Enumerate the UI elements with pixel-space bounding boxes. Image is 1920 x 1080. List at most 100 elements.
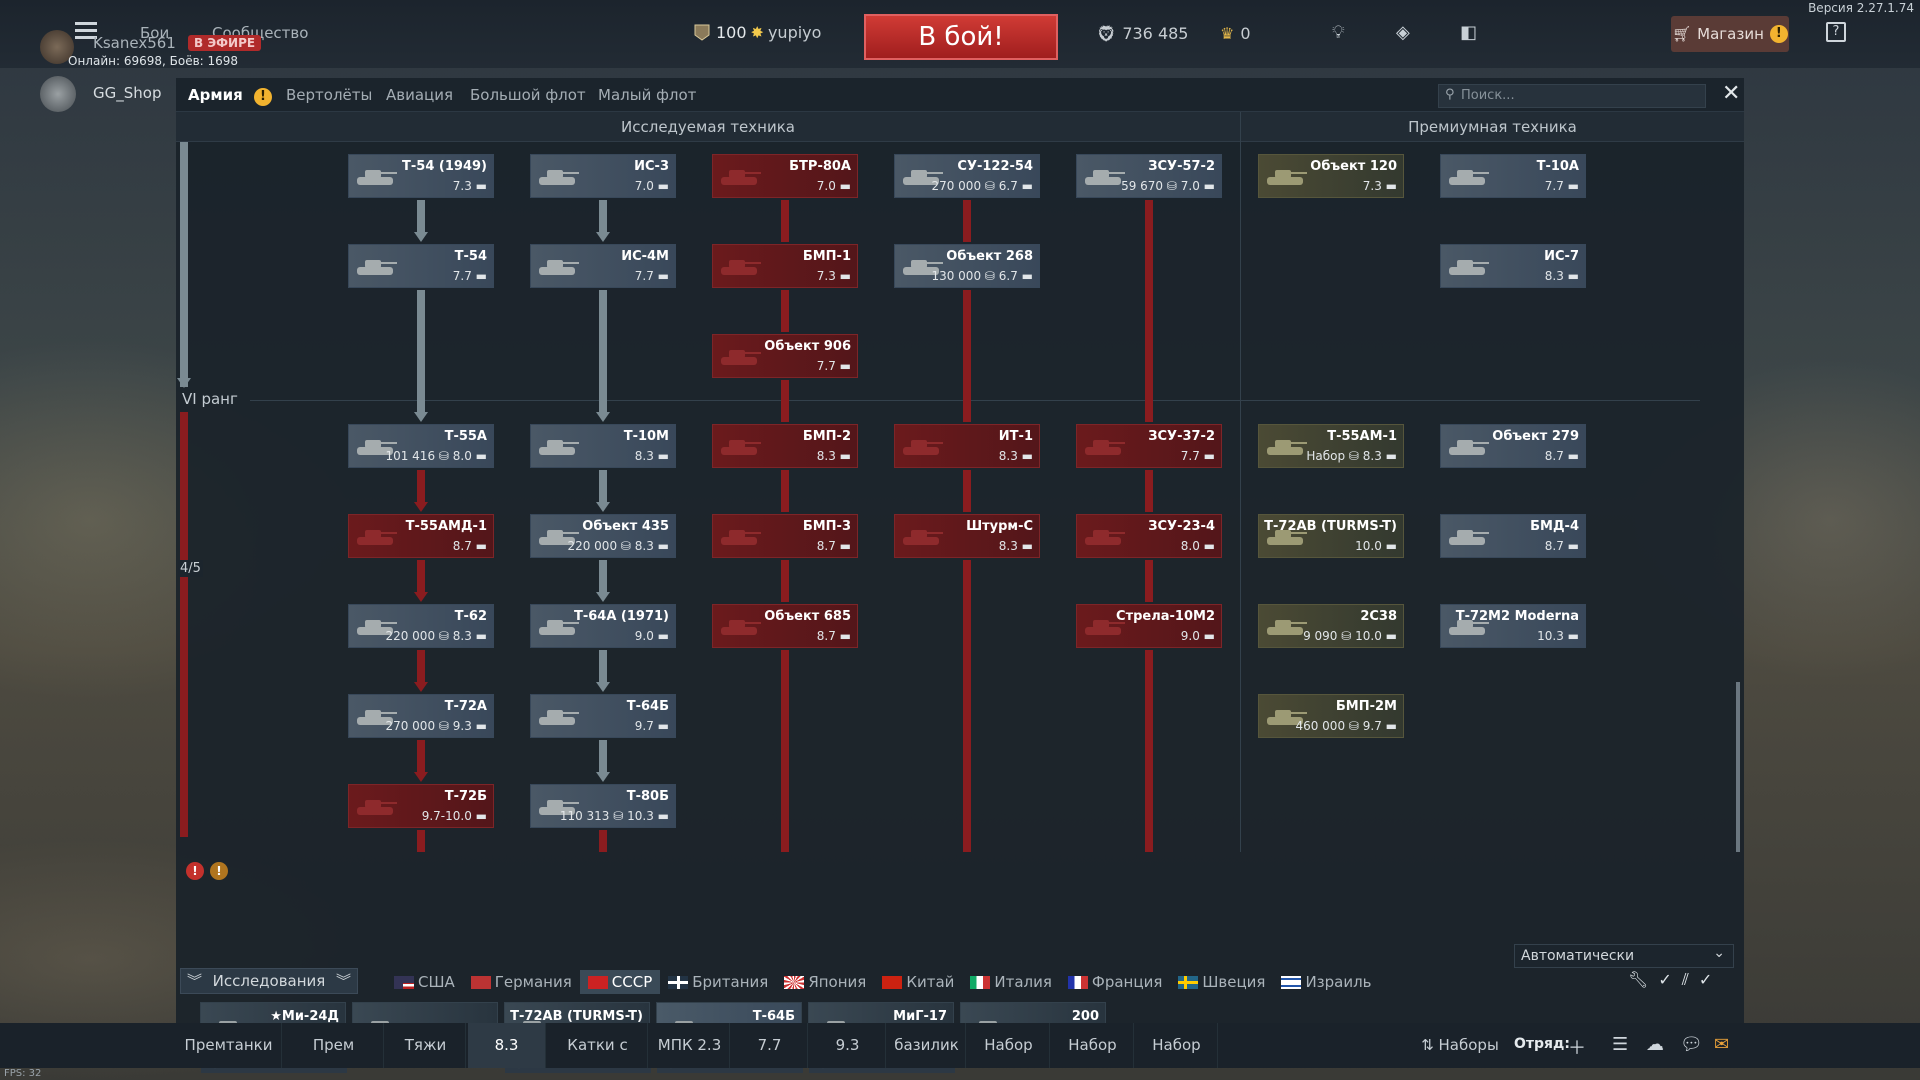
- list-icon[interactable]: ☰: [1612, 1034, 1628, 1055]
- vehicle-card[interactable]: Т-10А 7.7 ▬: [1440, 154, 1586, 198]
- mode-select[interactable]: Автоматически: [1514, 942, 1734, 968]
- preset-tab[interactable]: Прем самолет...: [284, 1023, 384, 1068]
- chevron-right-icon: ︾: [335, 972, 351, 990]
- preset-tab[interactable]: базилик: [888, 1023, 966, 1068]
- preset-tab[interactable]: Премтанки 6.7: [176, 1023, 282, 1068]
- vehicle-card[interactable]: Штурм-С 8.3 ▬: [894, 514, 1040, 558]
- vehicle-card[interactable]: БТР-80А 7.0 ▬: [712, 154, 858, 198]
- mail-icon[interactable]: ✉: [1714, 1034, 1729, 1055]
- coupon-icon[interactable]: ◧: [1460, 22, 1477, 43]
- vehicle-card[interactable]: Объект 435 220 000 ⛁ 8.3 ▬: [530, 514, 676, 558]
- preset-tab[interactable]: Набор №11: [1052, 1023, 1134, 1068]
- tank-icon: [721, 170, 761, 185]
- vehicle-card[interactable]: Т-72АВ (TURMS-T) 10.0 ▬: [1258, 514, 1404, 558]
- vehicle-card[interactable]: Объект 279 8.7 ▬: [1440, 424, 1586, 468]
- search-input[interactable]: Поиск...: [1438, 84, 1706, 108]
- vehicle-card[interactable]: Т-54 7.7 ▬: [348, 244, 494, 288]
- wrench-icon[interactable]: 🔧︎: [1628, 970, 1648, 990]
- vehicle-card[interactable]: Т-72Б 9.7-10.0 ▬: [348, 784, 494, 828]
- vehicle-card[interactable]: Т-55АМ-1 Набор ⛁ 8.3 ▬: [1258, 424, 1404, 468]
- vehicle-card[interactable]: ЗСУ-23-4 8.0 ▬: [1076, 514, 1222, 558]
- tank-icon: [1449, 530, 1489, 545]
- vehicle-card[interactable]: ИС-7 8.3 ▬: [1440, 244, 1586, 288]
- vehicle-card[interactable]: ИС-3 7.0 ▬: [530, 154, 676, 198]
- vehicle-card[interactable]: Т-64Б 9.7 ▬: [530, 694, 676, 738]
- vehicle-card[interactable]: Т-80Б 110 313 ⛁ 10.3 ▬: [530, 784, 676, 828]
- vehicle-card[interactable]: Т-55АМД-1 8.7 ▬: [348, 514, 494, 558]
- help-icon[interactable]: ?: [1826, 22, 1846, 42]
- preset-tab[interactable]: Тяжи: [386, 1023, 466, 1068]
- contacts-icon[interactable]: ☁: [1646, 1034, 1664, 1055]
- shop-button[interactable]: 🛒︎ Магазин !: [1671, 16, 1789, 52]
- vehicle-card[interactable]: БМП-1 7.3 ▬: [712, 244, 858, 288]
- vehicle-card[interactable]: Объект 685 8.7 ▬: [712, 604, 858, 648]
- tab-helicopters[interactable]: Вертолёты: [286, 86, 372, 104]
- player-name[interactable]: Ksanex561: [93, 34, 176, 52]
- nation-britain[interactable]: Британия: [660, 970, 776, 994]
- vehicle-card[interactable]: БМП-2 8.3 ▬: [712, 424, 858, 468]
- check-all-icon[interactable]: ✓: [1699, 970, 1712, 990]
- nation-usa[interactable]: США: [386, 970, 463, 994]
- vehicle-br: 8.3 ▬: [634, 449, 669, 463]
- vehicle-card[interactable]: Объект 906 7.7 ▬: [712, 334, 858, 378]
- vehicle-card[interactable]: ИС-4М 7.7 ▬: [530, 244, 676, 288]
- vehicle-card[interactable]: Объект 268 130 000 ⛁ 6.7 ▬: [894, 244, 1040, 288]
- vehicle-card[interactable]: СУ-122-54 270 000 ⛁ 6.7 ▬: [894, 154, 1040, 198]
- presets-button[interactable]: ⇅ Наборы: [1412, 1023, 1508, 1068]
- lightbulb-icon[interactable]: 💡︎: [1332, 22, 1345, 43]
- vehicle-card[interactable]: Т-62 220 000 ⛁ 8.3 ▬: [348, 604, 494, 648]
- nation-italy[interactable]: Италия: [962, 970, 1060, 994]
- tab-bluewater-fleet[interactable]: Большой флот: [470, 86, 586, 104]
- preset-tab[interactable]: 8.3: [468, 1023, 546, 1068]
- preset-tab[interactable]: 7.7: [732, 1023, 808, 1068]
- vehicle-card[interactable]: 2С38 9 090 ⛁ 10.0 ▬: [1258, 604, 1404, 648]
- tab-coastal-fleet[interactable]: Малый флот: [598, 86, 696, 104]
- squad-avatar[interactable]: [40, 76, 76, 112]
- squad-member-name[interactable]: GG_Shop: [93, 84, 161, 102]
- vehicle-card[interactable]: Т-54 (1949) 7.3 ▬: [348, 154, 494, 198]
- vehicle-card[interactable]: Т-72М2 Moderna 10.3 ▬: [1440, 604, 1586, 648]
- nation-germany[interactable]: Германия: [463, 970, 580, 994]
- preset-tab[interactable]: Катки с Михой: [548, 1023, 648, 1068]
- tab-army[interactable]: Армия !: [188, 86, 272, 106]
- nation-label: Израиль: [1305, 973, 1372, 991]
- tank-icon: [1267, 440, 1307, 455]
- vehicle-card[interactable]: БМП-3 8.7 ▬: [712, 514, 858, 558]
- vehicle-br: 8.3 ▬: [816, 449, 851, 463]
- nation-israel[interactable]: Израиль: [1273, 970, 1379, 994]
- chat-icon[interactable]: 💬︎: [1680, 1034, 1703, 1055]
- nation-china[interactable]: Китай: [874, 970, 962, 994]
- decal-icon[interactable]: ◈: [1396, 22, 1410, 43]
- vehicle-card[interactable]: ЗСУ-37-2 7.7 ▬: [1076, 424, 1222, 468]
- close-icon[interactable]: ✕: [1722, 83, 1740, 105]
- to-battle-button[interactable]: В бой!: [864, 14, 1058, 60]
- nation-sweden[interactable]: Швеция: [1170, 970, 1273, 994]
- alert-amber-icon[interactable]: !: [210, 862, 228, 880]
- vehicle-card[interactable]: ЗСУ-57-2 59 670 ⛁ 7.0 ▬: [1076, 154, 1222, 198]
- nation-japan[interactable]: Япония: [776, 970, 874, 994]
- vehicle-card[interactable]: Стрела-10М2 9.0 ▬: [1076, 604, 1222, 648]
- preset-tab[interactable]: Набор №12: [1136, 1023, 1218, 1068]
- research-tab[interactable]: ︾ Исследования ︾: [180, 968, 358, 994]
- preset-tab[interactable]: МПК 2.3: [650, 1023, 730, 1068]
- vehicle-card[interactable]: Т-55А 101 416 ⛁ 8.0 ▬: [348, 424, 494, 468]
- preset-tab[interactable]: 9.3: [810, 1023, 886, 1068]
- tree-scrollbar[interactable]: [1736, 682, 1740, 852]
- vehicle-card[interactable]: Т-64А (1971) 9.0 ▬: [530, 604, 676, 648]
- vehicle-card[interactable]: БМД-4 8.7 ▬: [1440, 514, 1586, 558]
- tree-link: [599, 470, 607, 502]
- nation-france[interactable]: Франция: [1060, 970, 1170, 994]
- vehicle-card[interactable]: Объект 120 7.3 ▬: [1258, 154, 1404, 198]
- check-icon[interactable]: ✓: [1658, 970, 1671, 990]
- tab-aviation[interactable]: Авиация: [386, 86, 453, 104]
- nation-ussr[interactable]: СССР: [579, 970, 661, 994]
- vehicle-card[interactable]: ИТ-1 8.3 ▬: [894, 424, 1040, 468]
- repair-all-icon[interactable]: ⫽: [1682, 970, 1689, 990]
- vehicle-card[interactable]: Т-72А 270 000 ⛁ 9.3 ▬: [348, 694, 494, 738]
- vehicle-card[interactable]: Т-10М 8.3 ▬: [530, 424, 676, 468]
- plus-icon[interactable]: ＋: [1568, 1034, 1586, 1060]
- alert-red-icon[interactable]: !: [186, 862, 204, 880]
- vehicle-card[interactable]: БМП-2М 460 000 ⛁ 9.7 ▬: [1258, 694, 1404, 738]
- tech-tree[interactable]: VI ранг 4/5 Т-54 (1949) 7.3 ▬ Т-54 7.7 ▬ Т-5…: [176, 142, 1744, 852]
- preset-tab[interactable]: Набор №11: [968, 1023, 1050, 1068]
